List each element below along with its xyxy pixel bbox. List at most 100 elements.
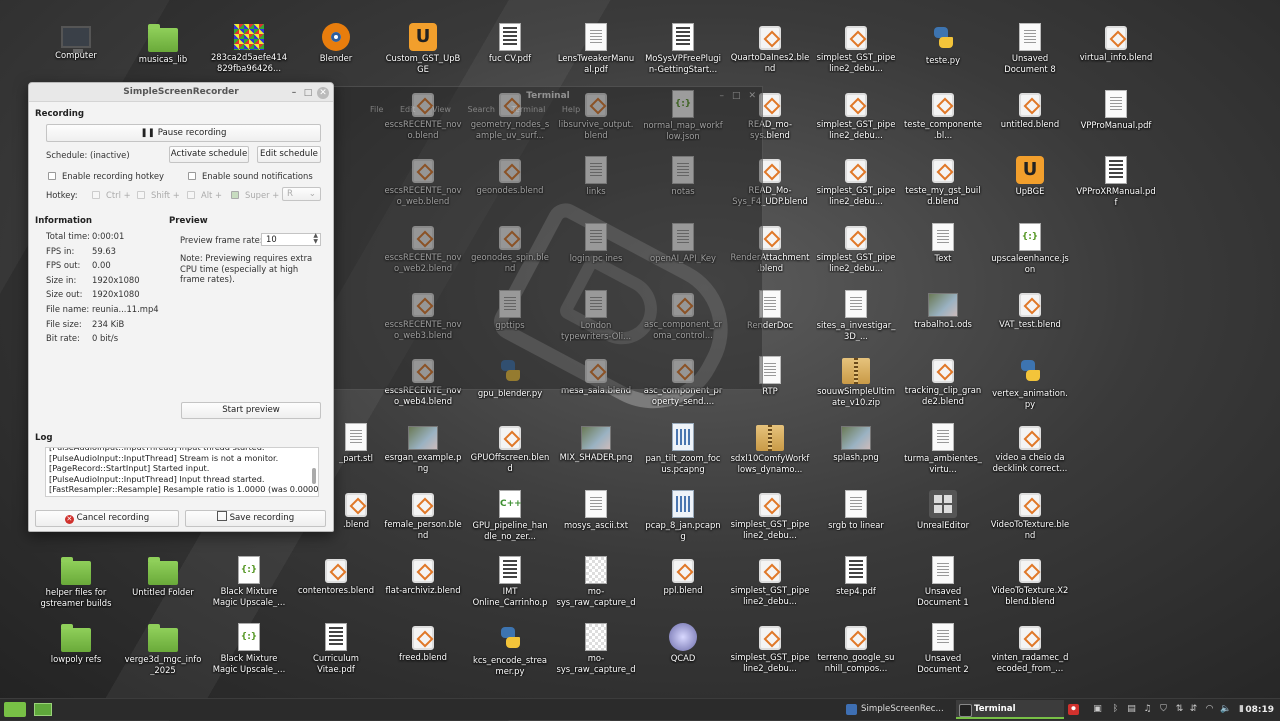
desktop-icon[interactable]: simplest_GST_pipeline2_debu... xyxy=(816,220,896,273)
desktop-icon[interactable]: simplest_GST_pipeline2_debu... xyxy=(816,20,896,73)
desktop-icon[interactable]: sites_a_investigar_3D_... xyxy=(816,287,896,341)
task-simplescreenrecorder[interactable]: SimpleScreenRec... xyxy=(843,700,951,719)
desktop-icon[interactable]: verge3d_mgc_info_2025 xyxy=(123,620,203,675)
desktop-icon[interactable]: GPUOffscreen.blend xyxy=(470,420,550,473)
enable-hotkey-checkbox[interactable] xyxy=(48,172,56,180)
desktop-icon[interactable]: pcap_8_jan.pcapng xyxy=(643,487,723,541)
desktop-icon[interactable]: Untitled Folder xyxy=(123,553,203,598)
desktop-icon[interactable]: souuwSimpleUltimate_v10.zip xyxy=(816,353,896,407)
desktop-icon[interactable]: Black Mixture Magic Upscale_... xyxy=(209,620,289,674)
desktop-icon[interactable]: QCAD xyxy=(643,620,723,664)
terminal-menu-search[interactable]: Search xyxy=(468,105,495,114)
desktop-icon[interactable]: Custom_GST_UpBGE xyxy=(383,20,463,74)
desktop-icon[interactable]: vinten_radamec_decoded_from_... xyxy=(990,620,1070,673)
terminal-menu-file[interactable]: File xyxy=(370,105,383,114)
start-preview-button[interactable]: Start preview xyxy=(181,402,321,419)
desktop-icon[interactable]: VideoToTexture.blend xyxy=(990,487,1070,540)
desktop-icon[interactable]: mo-sys_raw_capture_data.bin xyxy=(556,553,636,608)
recording-indicator-icon[interactable]: ⏺ xyxy=(1068,704,1079,715)
desktop-icon[interactable]: vertex_animation.py xyxy=(990,353,1070,409)
desktop-icon[interactable]: IMT Online_Carrinho.pdf xyxy=(470,553,550,608)
maximize-icon[interactable]: □ xyxy=(732,91,741,101)
desktop-icon[interactable]: 283ca2d5aefe414829fba96426... xyxy=(209,20,289,73)
desktop-icon[interactable]: flat-archiviz.blend xyxy=(383,553,463,596)
wifi-icon[interactable]: ◠ xyxy=(1204,704,1215,715)
desktop-icon[interactable]: teste_my_gst_build.blend xyxy=(903,153,983,206)
desktop-icon[interactable]: Text xyxy=(903,220,983,264)
desktop-icon[interactable]: Curriculum Vitae.pdf xyxy=(296,620,376,674)
task-terminal[interactable]: Terminal xyxy=(956,700,1064,719)
terminal-menu-terminal[interactable]: Terminal xyxy=(512,105,546,114)
desktop-icon[interactable]: VPProManual.pdf xyxy=(1076,87,1156,131)
super-checkbox[interactable] xyxy=(231,191,239,199)
desktop-icon[interactable]: video a cheio da decklink correct... xyxy=(990,420,1070,473)
desktop-icon[interactable]: MIX_SHADER.png xyxy=(556,420,636,463)
log-output[interactable]: [PulseAudioInput::InputThread] Input thr… xyxy=(45,447,319,497)
terminal-window[interactable]: Terminal – □ ✕ File Edit View Search Termi… xyxy=(333,86,763,390)
desktop-icon[interactable]: contentores.blend xyxy=(296,553,376,596)
updates-icon[interactable]: ⇅ xyxy=(1174,704,1185,715)
desktop-icon[interactable]: VAT_test.blend xyxy=(990,287,1070,330)
desktop-icon[interactable]: teste.py xyxy=(903,20,983,66)
log-scrollbar[interactable] xyxy=(312,468,316,484)
desktop-icon[interactable]: sdxl10ComfyWorkflows_dynamo... xyxy=(730,420,810,474)
desktop-icon[interactable]: terreno_google_sunhill_compos... xyxy=(816,620,896,673)
desktop-icon[interactable]: lowpoly refs xyxy=(36,620,116,665)
desktop-icon[interactable]: fuc CV.pdf xyxy=(470,20,550,64)
desktop-icon[interactable]: QuartoDaInes2.blend xyxy=(730,20,810,73)
alt-checkbox[interactable] xyxy=(187,191,195,199)
desktop-icon[interactable]: UpBGE xyxy=(990,153,1070,197)
edit-schedule-button[interactable]: Edit schedule xyxy=(257,146,321,163)
desktop-icon[interactable]: kcs_encode_streamer.py xyxy=(470,620,550,676)
minimize-icon[interactable]: – xyxy=(719,91,724,101)
desktop-icon[interactable]: virtual_info.blend xyxy=(1076,20,1156,63)
terminal-menu-help[interactable]: Help xyxy=(562,105,580,114)
activate-schedule-button[interactable]: Activate schedule xyxy=(169,146,249,163)
terminal-menu-edit[interactable]: Edit xyxy=(400,105,416,114)
desktop-icon[interactable]: freed.blend xyxy=(383,620,463,663)
desktop-icon[interactable]: splash.png xyxy=(816,420,896,463)
desktop-icon[interactable]: musicas_lib xyxy=(123,20,203,65)
spin-arrows-icon[interactable]: ▲ ▼ xyxy=(313,233,318,245)
volume-icon[interactable]: 🔈 xyxy=(1220,704,1231,715)
desktop-icon[interactable]: upscaleenhance.json xyxy=(990,220,1070,274)
desktop-icon[interactable]: teste_componente.bl... xyxy=(903,87,983,140)
hotkey-key-select[interactable]: R ⌄ xyxy=(282,187,321,201)
desktop-icon[interactable]: VideoToTexture.X2blend.blend xyxy=(990,553,1070,606)
shield-icon[interactable]: ⛉ xyxy=(1158,704,1169,715)
desktop-icon[interactable]: Blender xyxy=(296,20,376,64)
desktop-icon[interactable]: srgb to linear xyxy=(816,487,896,531)
display-icon[interactable]: ▣ xyxy=(1092,704,1103,715)
shift-checkbox[interactable] xyxy=(137,191,145,199)
bluetooth-icon[interactable]: ᛒ xyxy=(1110,704,1121,715)
desktop-icon[interactable]: MoSysVPFreePlugin-GettingStart... xyxy=(643,20,723,74)
close-icon[interactable]: ✕ xyxy=(748,91,756,101)
desktop-icon[interactable]: tracking_clip_grande2.blend xyxy=(903,353,983,406)
desktop-icon[interactable]: ppl.blend xyxy=(643,553,723,596)
sound-notifications-checkbox[interactable] xyxy=(188,172,196,180)
close-icon[interactable]: ✕ xyxy=(317,87,329,99)
desktop-icon[interactable]: helper files for gstreamer builds xyxy=(36,553,116,608)
save-recording-button[interactable]: Save recording xyxy=(185,510,326,527)
pause-recording-button[interactable]: ❚❚ Pause recording xyxy=(46,124,321,142)
desktop-icon[interactable]: female_person.blend xyxy=(383,487,463,540)
desktop-icon[interactable]: simplest_GST_pipeline2_debu... xyxy=(730,487,810,540)
network-icon[interactable]: ⇵ xyxy=(1188,704,1199,715)
show-desktop-icon[interactable] xyxy=(34,703,52,716)
desktop-icon[interactable]: step4.pdf xyxy=(816,553,896,597)
desktop-icon[interactable]: simplest_GST_pipeline2_debu... xyxy=(816,153,896,206)
cancel-recording-button[interactable]: ✕ Cancel recording xyxy=(35,510,179,527)
desktop-icon[interactable]: GPU_pipeline_handle_no_zer... xyxy=(470,487,550,541)
desktop-icon[interactable]: UnrealEditor xyxy=(903,487,983,531)
desktop-icon[interactable]: mo-sys_raw_capture_data2.bin xyxy=(556,620,636,675)
clock[interactable]: 08:19 xyxy=(1245,699,1274,721)
notifications-icon[interactable]: ♫ xyxy=(1142,704,1153,715)
desktop-icon[interactable]: simplest_GST_pipeline2_debu... xyxy=(816,87,896,140)
simplescreenrecorder-window[interactable]: SimpleScreenRecorder – □ ✕ Recording ❚❚ Pa… xyxy=(28,82,334,532)
minimize-icon[interactable]: – xyxy=(287,84,301,102)
desktop-icon[interactable]: Unsaved Document 8 xyxy=(990,20,1070,74)
desktop-icon[interactable]: VPProXRManual.pdf xyxy=(1076,153,1156,207)
maximize-icon[interactable]: □ xyxy=(301,84,315,102)
mint-menu-icon[interactable] xyxy=(4,702,26,717)
desktop-icon[interactable]: Black Mixture Magic Upscale_... xyxy=(209,553,289,607)
